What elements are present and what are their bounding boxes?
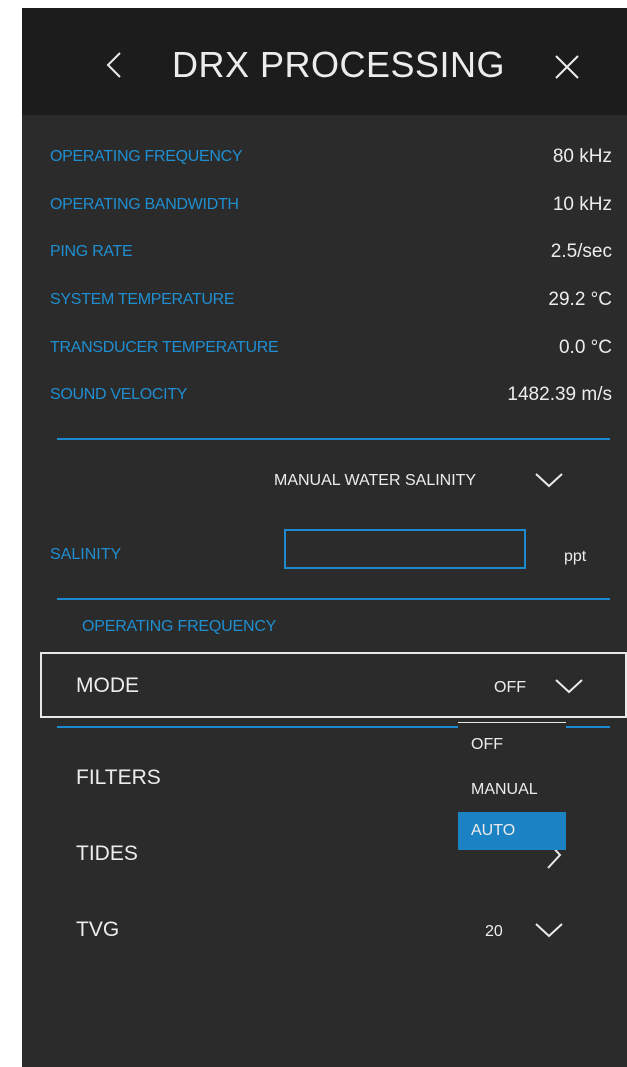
info-row-system-temperature: SYSTEM TEMPERATURE 29.2 °C: [50, 289, 612, 319]
chevron-left-icon: [106, 52, 121, 78]
info-value: 29.2 °C: [548, 289, 612, 310]
dropdown-option-manual[interactable]: MANUAL: [458, 767, 566, 812]
info-value: 10 kHz: [552, 194, 612, 215]
info-value: 0.0 °C: [558, 337, 612, 358]
info-row-operating-bandwidth: OPERATING BANDWIDTH 10 kHz: [50, 194, 612, 224]
menu-item-tvg[interactable]: TVG 20: [76, 912, 606, 952]
tvg-dropdown-button[interactable]: [534, 922, 564, 943]
chevron-down-icon: [535, 923, 563, 938]
section-divider: [57, 598, 610, 600]
menu-item-label: TIDES: [76, 842, 138, 865]
info-label: SOUND VELOCITY: [50, 386, 188, 403]
info-label: SYSTEM TEMPERATURE: [50, 291, 235, 308]
salinity-unit: ppt: [564, 548, 587, 565]
chevron-down-icon: [535, 473, 563, 488]
mode-select[interactable]: MODE OFF: [40, 652, 627, 718]
page-title: DRX PROCESSING: [172, 44, 506, 85]
menu-item-label: FILTERS: [76, 766, 161, 789]
close-icon: [555, 55, 579, 79]
close-button[interactable]: [552, 52, 582, 82]
info-row-sound-velocity: SOUND VELOCITY 1482.39 m/s: [50, 384, 612, 414]
dropdown-option-off[interactable]: OFF: [458, 722, 566, 767]
panel-header: DRX PROCESSING: [22, 8, 627, 115]
info-value: 2.5/sec: [550, 241, 612, 262]
mode-label: MODE: [76, 674, 139, 697]
dropdown-option-auto[interactable]: AUTO: [458, 812, 566, 850]
info-label: PING RATE: [50, 243, 133, 260]
back-button[interactable]: [100, 50, 128, 80]
info-label: TRANSDUCER TEMPERATURE: [50, 339, 279, 356]
info-label: OPERATING FREQUENCY: [50, 148, 243, 165]
tvg-value: 20: [485, 923, 503, 940]
section-divider: [57, 438, 610, 440]
salinity-input[interactable]: [284, 529, 526, 569]
mode-dropdown-button[interactable]: [554, 678, 584, 699]
drx-processing-panel: DRX PROCESSING OPERATING FREQUENCY 80 kH…: [22, 8, 627, 1067]
salinity-mode-dropdown-button[interactable]: [534, 472, 564, 493]
salinity-mode-select[interactable]: MANUAL WATER SALINITY: [274, 472, 476, 490]
info-value: 80 kHz: [552, 146, 612, 167]
operating-frequency-section-label: OPERATING FREQUENCY: [82, 618, 277, 635]
info-row-ping-rate: PING RATE 2.5/sec: [50, 241, 612, 271]
info-label: OPERATING BANDWIDTH: [50, 196, 239, 213]
mode-value: OFF: [494, 679, 526, 696]
info-row-transducer-temperature: TRANSDUCER TEMPERATURE 0.0 °C: [50, 337, 612, 367]
info-row-operating-frequency: OPERATING FREQUENCY 80 kHz: [50, 146, 612, 176]
mode-dropdown-menu: OFF MANUAL AUTO: [458, 722, 566, 850]
chevron-down-icon: [555, 679, 583, 694]
info-value: 1482.39 m/s: [507, 384, 612, 405]
menu-item-label: TVG: [76, 918, 120, 941]
salinity-label: SALINITY: [50, 546, 122, 563]
